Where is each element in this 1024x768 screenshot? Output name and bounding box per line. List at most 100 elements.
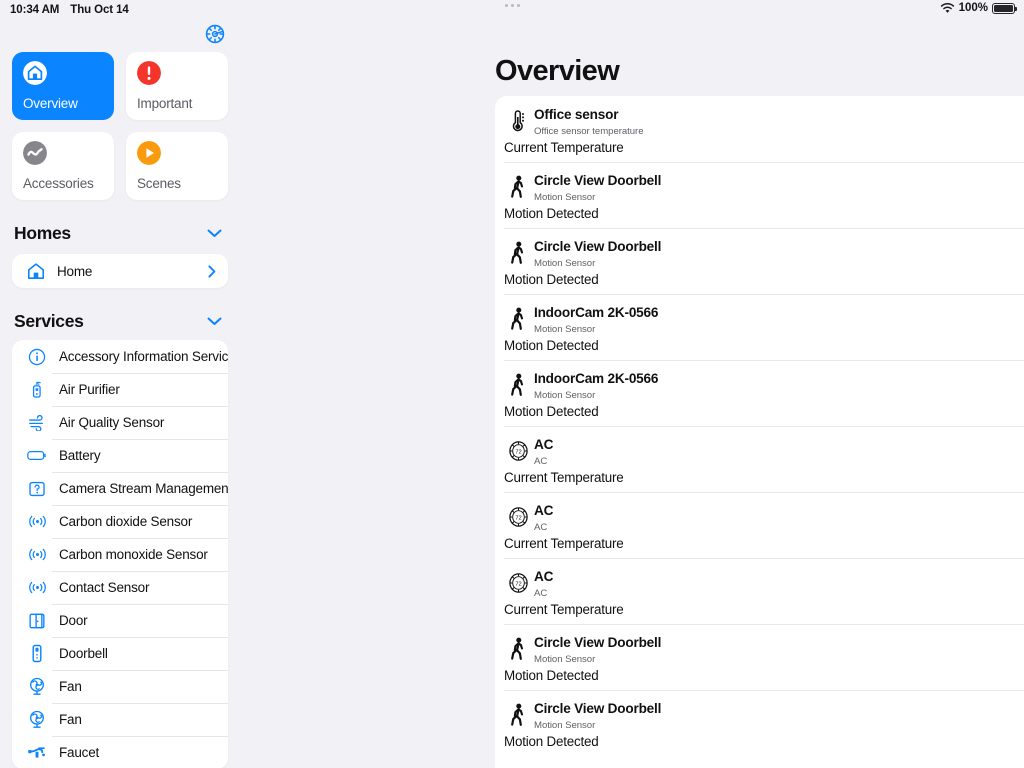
event-row-header: IndoorCam 2K-0566Motion Sensor10/14/21, …	[504, 304, 1024, 335]
sidebar-item-carbon-dioxide-sensor[interactable]: Carbon dioxide Sensor	[12, 505, 228, 538]
house-circle-icon	[23, 61, 47, 85]
event-row[interactable]: 72ACAC10/14/21, 10:21 AMCurrent Temperat…	[495, 558, 1024, 624]
event-row-detail: Current Temperature16.4°C	[504, 602, 1024, 617]
event-identity: Circle View Doorbell Motion Sensor	[532, 700, 1024, 731]
walking-person-icon	[511, 637, 524, 660]
service-label: Carbon monoxide Sensor	[59, 547, 208, 562]
sensor-waves-icon	[26, 545, 48, 565]
event-identity: IndoorCam 2K-0566 Motion Sensor	[532, 370, 1024, 401]
service-label: Faucet	[59, 745, 100, 760]
sidebar-item-air-quality-sensor[interactable]: Air Quality Sensor	[12, 406, 228, 439]
service-label: Door	[59, 613, 88, 628]
event-row[interactable]: 72ACAC10/14/21, 10:21 AMCurrent Temperat…	[495, 492, 1024, 558]
event-row-header: IndoorCam 2K-0566Motion Sensor10/14/21, …	[504, 370, 1024, 401]
sidebar-item-door[interactable]: Door	[12, 604, 228, 637]
sidebar-item-battery[interactable]: Battery	[12, 439, 228, 472]
services-list: Accessory Information Service Air Purifi…	[12, 340, 228, 768]
sidebar-item-fan-2[interactable]: Fan	[12, 703, 228, 736]
chevron-down-icon[interactable]	[207, 317, 222, 326]
service-label: Air Quality Sensor	[59, 415, 165, 430]
homes-list: Home	[12, 254, 228, 288]
chevron-right-icon[interactable]	[208, 264, 216, 278]
event-row-header: Circle View DoorbellMotion Sensor10/14/2…	[504, 172, 1024, 203]
doorbell-icon	[26, 644, 48, 664]
sidebar-toolbar	[0, 0, 240, 52]
event-row-header: 72ACAC10/14/21, 10:22 AM	[504, 436, 1024, 467]
event-characteristic: Motion Detected	[504, 272, 599, 287]
walking-person-icon	[511, 241, 524, 264]
sidebar-item-carbon-monoxide-sensor[interactable]: Carbon monoxide Sensor	[12, 538, 228, 571]
event-accessory-name: AC	[534, 437, 554, 452]
app-root: 10:34 AM Thu Oct 14 100% Overview Import…	[0, 0, 1024, 768]
event-identity: Office sensor Office sensor temperature	[532, 106, 1024, 137]
sidebar-tile-accessories[interactable]: Accessories	[12, 132, 114, 200]
sidebar-tile-scenes[interactable]: Scenes	[126, 132, 228, 200]
sidebar-item-home-label: Home	[57, 263, 93, 279]
sidebar-item-faucet[interactable]: Faucet	[12, 736, 228, 768]
event-row[interactable]: Circle View DoorbellMotion Sensor10/14/2…	[495, 690, 1024, 756]
event-row-detail: Current Temperature16.3°C	[504, 536, 1024, 551]
event-service-type: AC	[534, 588, 548, 599]
sidebar-section-homes-title: Homes	[14, 222, 71, 243]
sidebar-item-fan-1[interactable]: Fan	[12, 670, 228, 703]
sidebar-tiles: Overview Important Accessories Scenes	[0, 52, 240, 200]
event-row-detail: Current Temperature13.5°C	[504, 140, 1024, 155]
service-label: Fan	[59, 679, 82, 694]
event-service-type: Motion Sensor	[534, 258, 596, 269]
svg-text:72: 72	[515, 515, 521, 521]
event-row-detail: Motion DetectedDetected	[504, 668, 1024, 683]
sidebar-section-services-header[interactable]: Services	[0, 308, 240, 334]
event-identity: Circle View Doorbell Motion Sensor	[532, 172, 1024, 203]
event-row-detail: Current Temperature16.4°C	[504, 470, 1024, 485]
walking-person-icon	[511, 703, 524, 726]
house-icon	[28, 263, 44, 279]
event-row-detail: Motion DetectedNot Detected	[504, 338, 1024, 353]
question-square-icon	[26, 479, 48, 499]
sidebar-section-homes-header[interactable]: Homes	[0, 220, 240, 246]
thermostat-dial-icon: 72	[508, 507, 528, 527]
svg-text:72: 72	[515, 581, 521, 587]
event-row[interactable]: IndoorCam 2K-0566Motion Sensor10/14/21, …	[495, 294, 1024, 360]
service-label: Accessory Information Service	[59, 349, 228, 364]
battery-icon	[26, 446, 48, 466]
event-row[interactable]: Circle View DoorbellMotion Sensor10/14/2…	[495, 162, 1024, 228]
air-purifier-icon	[26, 380, 48, 400]
event-service-type: Office sensor temperature	[534, 126, 644, 137]
event-characteristic: Current Temperature	[504, 536, 624, 551]
drag-handle-dots-icon[interactable]	[0, 4, 1024, 7]
event-identity: Circle View Doorbell Motion Sensor	[532, 238, 1024, 269]
sidebar-item-accessory-information-service[interactable]: Accessory Information Service	[12, 340, 228, 373]
sidebar-item-contact-sensor[interactable]: Contact Sensor	[12, 571, 228, 604]
sidebar-tile-overview-label: Overview	[23, 96, 78, 111]
event-characteristic: Motion Detected	[504, 338, 599, 353]
events-list: Office sensorOffice sensor temperature10…	[495, 96, 1024, 768]
event-icon: 72	[504, 502, 532, 532]
event-row[interactable]: 72ACAC10/14/21, 10:22 AM Current Temperat…	[495, 426, 1024, 492]
event-identity: AC AC	[532, 502, 1024, 533]
event-row[interactable]: IndoorCam 2K-0566Motion Sensor10/14/21, …	[495, 360, 1024, 426]
sidebar-tile-important[interactable]: Important	[126, 52, 228, 120]
event-row[interactable]: Circle View DoorbellMotion Sensor10/14/2…	[495, 228, 1024, 294]
event-row[interactable]: Circle View DoorbellMotion Sensor10/14/2…	[495, 624, 1024, 690]
gear-icon[interactable]	[204, 23, 226, 45]
event-row-header: 72ACAC10/14/21, 10:21 AM	[504, 568, 1024, 599]
chevron-down-icon[interactable]	[207, 229, 222, 238]
sidebar-tile-accessories-label: Accessories	[23, 176, 94, 191]
event-characteristic: Current Temperature	[504, 602, 624, 617]
sidebar-item-home[interactable]: Home	[12, 254, 228, 288]
event-row-detail: Motion DetectedDetected	[504, 206, 1024, 221]
service-label: Contact Sensor	[59, 580, 150, 595]
sidebar-item-camera-stream-management[interactable]: Camera Stream Management	[12, 472, 228, 505]
event-row[interactable]: Office sensorOffice sensor temperature10…	[495, 96, 1024, 162]
sidebar-tile-scenes-label: Scenes	[137, 176, 181, 191]
service-label: Fan	[59, 712, 82, 727]
event-identity: AC AC	[532, 436, 1024, 467]
faucet-icon	[26, 743, 48, 763]
fan-icon	[26, 677, 48, 697]
event-service-type: Motion Sensor	[534, 324, 596, 335]
sidebar-tile-overview[interactable]: Overview	[12, 52, 114, 120]
sidebar-tile-important-label: Important	[137, 96, 193, 111]
walking-person-icon	[511, 307, 524, 330]
sidebar-item-doorbell[interactable]: Doorbell	[12, 637, 228, 670]
sidebar-item-air-purifier[interactable]: Air Purifier	[12, 373, 228, 406]
